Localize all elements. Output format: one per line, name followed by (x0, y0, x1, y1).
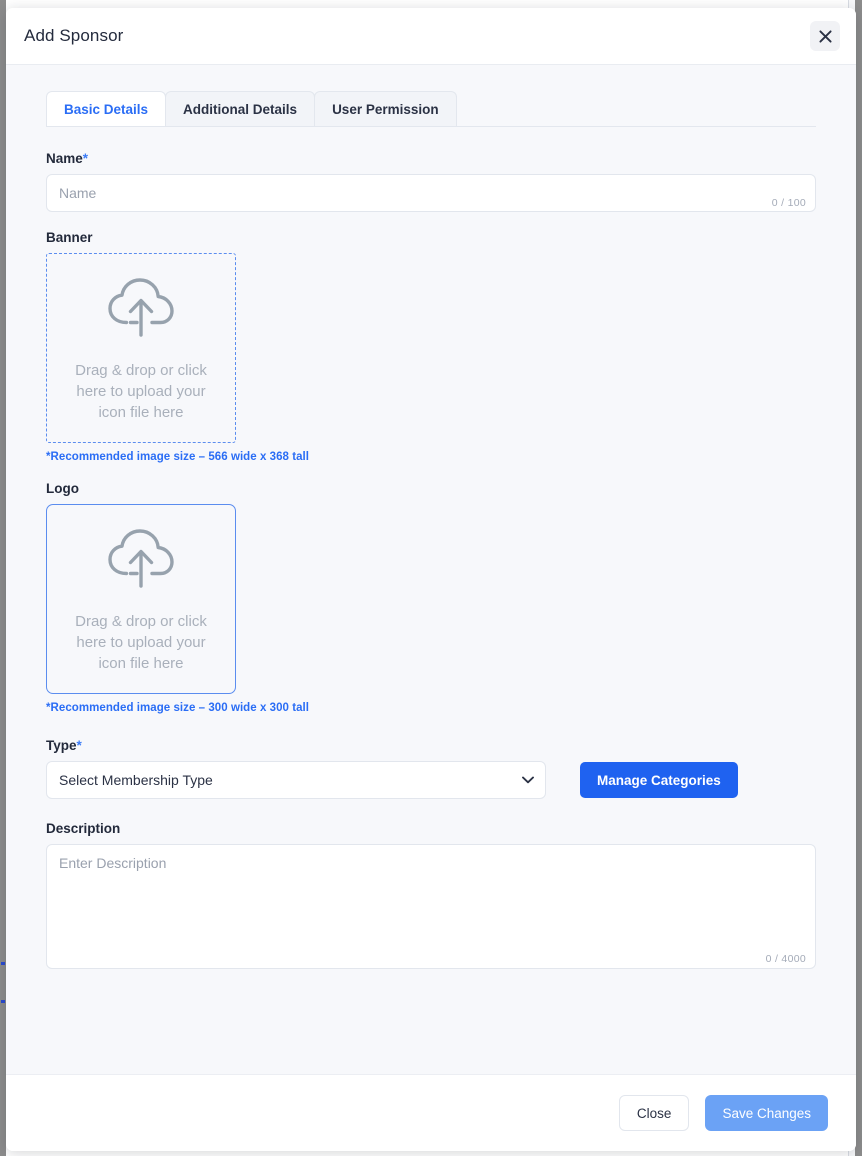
description-textarea-wrap: 0 / 4000 (46, 844, 816, 974)
close-icon (818, 29, 832, 43)
logo-dropzone-text: Drag & drop or click here to upload your… (75, 613, 207, 672)
tab-basic-details[interactable]: Basic Details (46, 91, 167, 126)
description-textarea[interactable] (46, 844, 816, 969)
modal-body: Basic Details Additional Details User Pe… (6, 65, 856, 1074)
tab-label: Basic Details (64, 101, 149, 117)
cloud-upload-icon (104, 273, 178, 346)
banner-field-group: Banner Drag & drop or click here to uplo… (46, 230, 816, 463)
name-label: Name* (46, 151, 816, 166)
banner-size-recommendation: *Recommended image size – 566 wide x 368… (46, 451, 310, 463)
banner-dropzone-text: Drag & drop or click here to upload your… (75, 362, 207, 421)
add-sponsor-modal: Add Sponsor Basic Details Additional Det… (6, 8, 856, 1151)
required-asterisk: * (76, 738, 82, 753)
type-label: Type* (46, 738, 816, 753)
close-icon-button[interactable] (810, 21, 840, 51)
name-input-wrap: 0 / 100 (46, 174, 816, 212)
modal-header: Add Sponsor (6, 8, 856, 65)
page-root: Add Sponsor Basic Details Additional Det… (0, 0, 862, 1156)
required-asterisk: * (82, 151, 89, 166)
type-row: Select Membership Type Manage Categories (46, 761, 816, 799)
logo-size-recommendation: *Recommended image size – 300 wide x 300… (46, 702, 310, 714)
left-edge-tick (1, 1000, 5, 1003)
name-input[interactable] (46, 174, 816, 212)
manage-categories-button[interactable]: Manage Categories (580, 762, 738, 798)
modal-footer: Close Save Changes (6, 1074, 856, 1151)
cloud-upload-icon (104, 524, 178, 597)
type-label-text: Type (46, 738, 77, 753)
logo-label: Logo (46, 481, 79, 496)
tab-user-permission[interactable]: User Permission (314, 91, 457, 126)
type-field-group: Type* Select Membership Type Manage Cate… (46, 738, 816, 799)
modal-title: Add Sponsor (24, 26, 124, 45)
close-button[interactable]: Close (618, 1095, 690, 1131)
type-select-wrap: Select Membership Type (46, 761, 546, 799)
tab-additional-details[interactable]: Additional Details (165, 91, 316, 126)
logo-dropzone[interactable]: Drag & drop or click here to upload your… (46, 504, 236, 694)
tab-label: User Permission (332, 101, 439, 117)
tab-bar: Basic Details Additional Details User Pe… (46, 91, 816, 127)
tab-label: Additional Details (183, 101, 298, 117)
banner-label: Banner (46, 230, 93, 245)
name-label-text: Name (46, 151, 83, 166)
description-field-group: Description 0 / 4000 (46, 821, 816, 974)
logo-field-group: Logo Drag & drop or click here to upload… (46, 481, 816, 714)
description-label: Description (46, 821, 121, 836)
membership-type-select[interactable]: Select Membership Type (46, 761, 546, 799)
banner-dropzone[interactable]: Drag & drop or click here to upload your… (46, 253, 236, 443)
save-changes-button[interactable]: Save Changes (705, 1095, 828, 1131)
page-scrollbar[interactable] (855, 0, 862, 1156)
name-field-group: Name* 0 / 100 (46, 151, 816, 212)
left-edge-tick (1, 962, 5, 965)
